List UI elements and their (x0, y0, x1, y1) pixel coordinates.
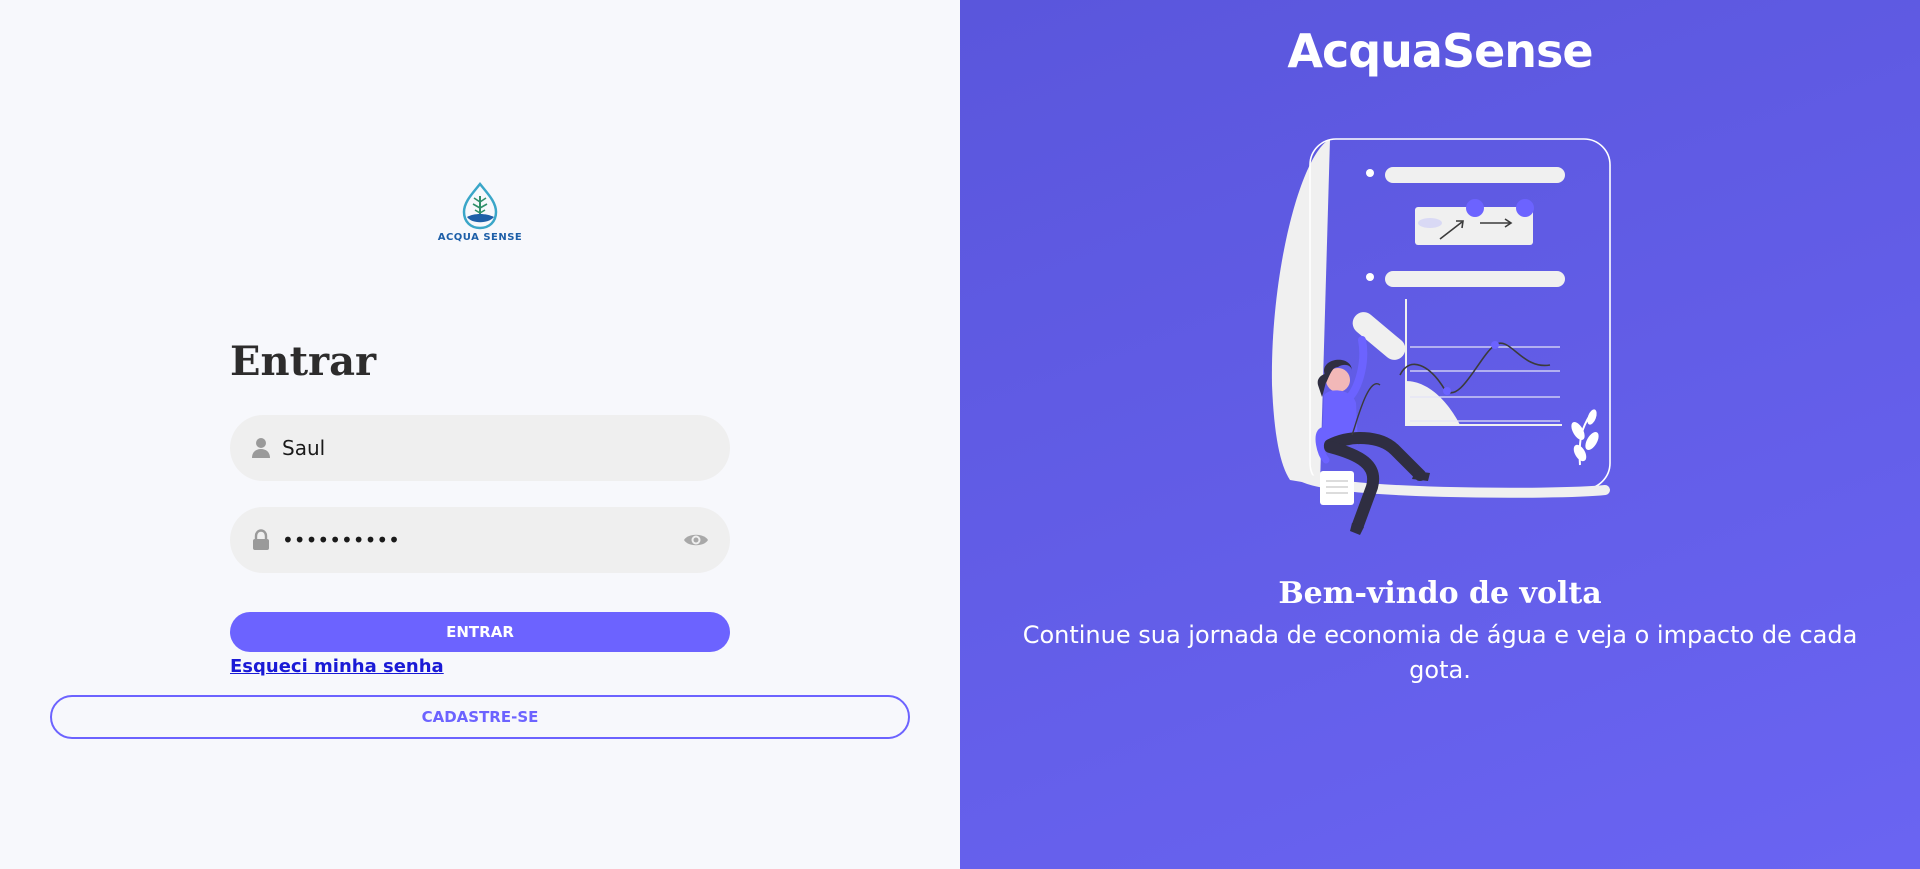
page-title: Entrar (230, 338, 377, 385)
password-input[interactable] (282, 520, 682, 560)
login-button[interactable]: ENTRAR (230, 612, 730, 652)
eye-icon[interactable] (682, 526, 710, 554)
brand-title: AcquaSense (1287, 24, 1593, 78)
analytics-illustration (1271, 138, 1611, 535)
welcome-title: Bem-vindo de volta (1278, 576, 1602, 611)
password-field[interactable] (230, 507, 730, 573)
welcome-subtitle: Continue sua jornada de economia de água… (1022, 621, 1858, 684)
signup-button[interactable]: CADASTRE-SE (50, 695, 910, 739)
username-field[interactable] (230, 415, 730, 481)
lock-icon (250, 529, 272, 551)
logo-text: ACQUA SENSE (437, 232, 523, 243)
username-input[interactable] (282, 428, 710, 468)
app-logo: ACQUA SENSE (438, 182, 522, 250)
forgot-password-link[interactable]: Esqueci minha senha (230, 656, 444, 677)
login-panel: ACQUA SENSE Entrar ENTRAR Esq (0, 0, 960, 869)
user-icon (250, 437, 272, 459)
water-drop-plant-logo-icon (462, 182, 498, 230)
